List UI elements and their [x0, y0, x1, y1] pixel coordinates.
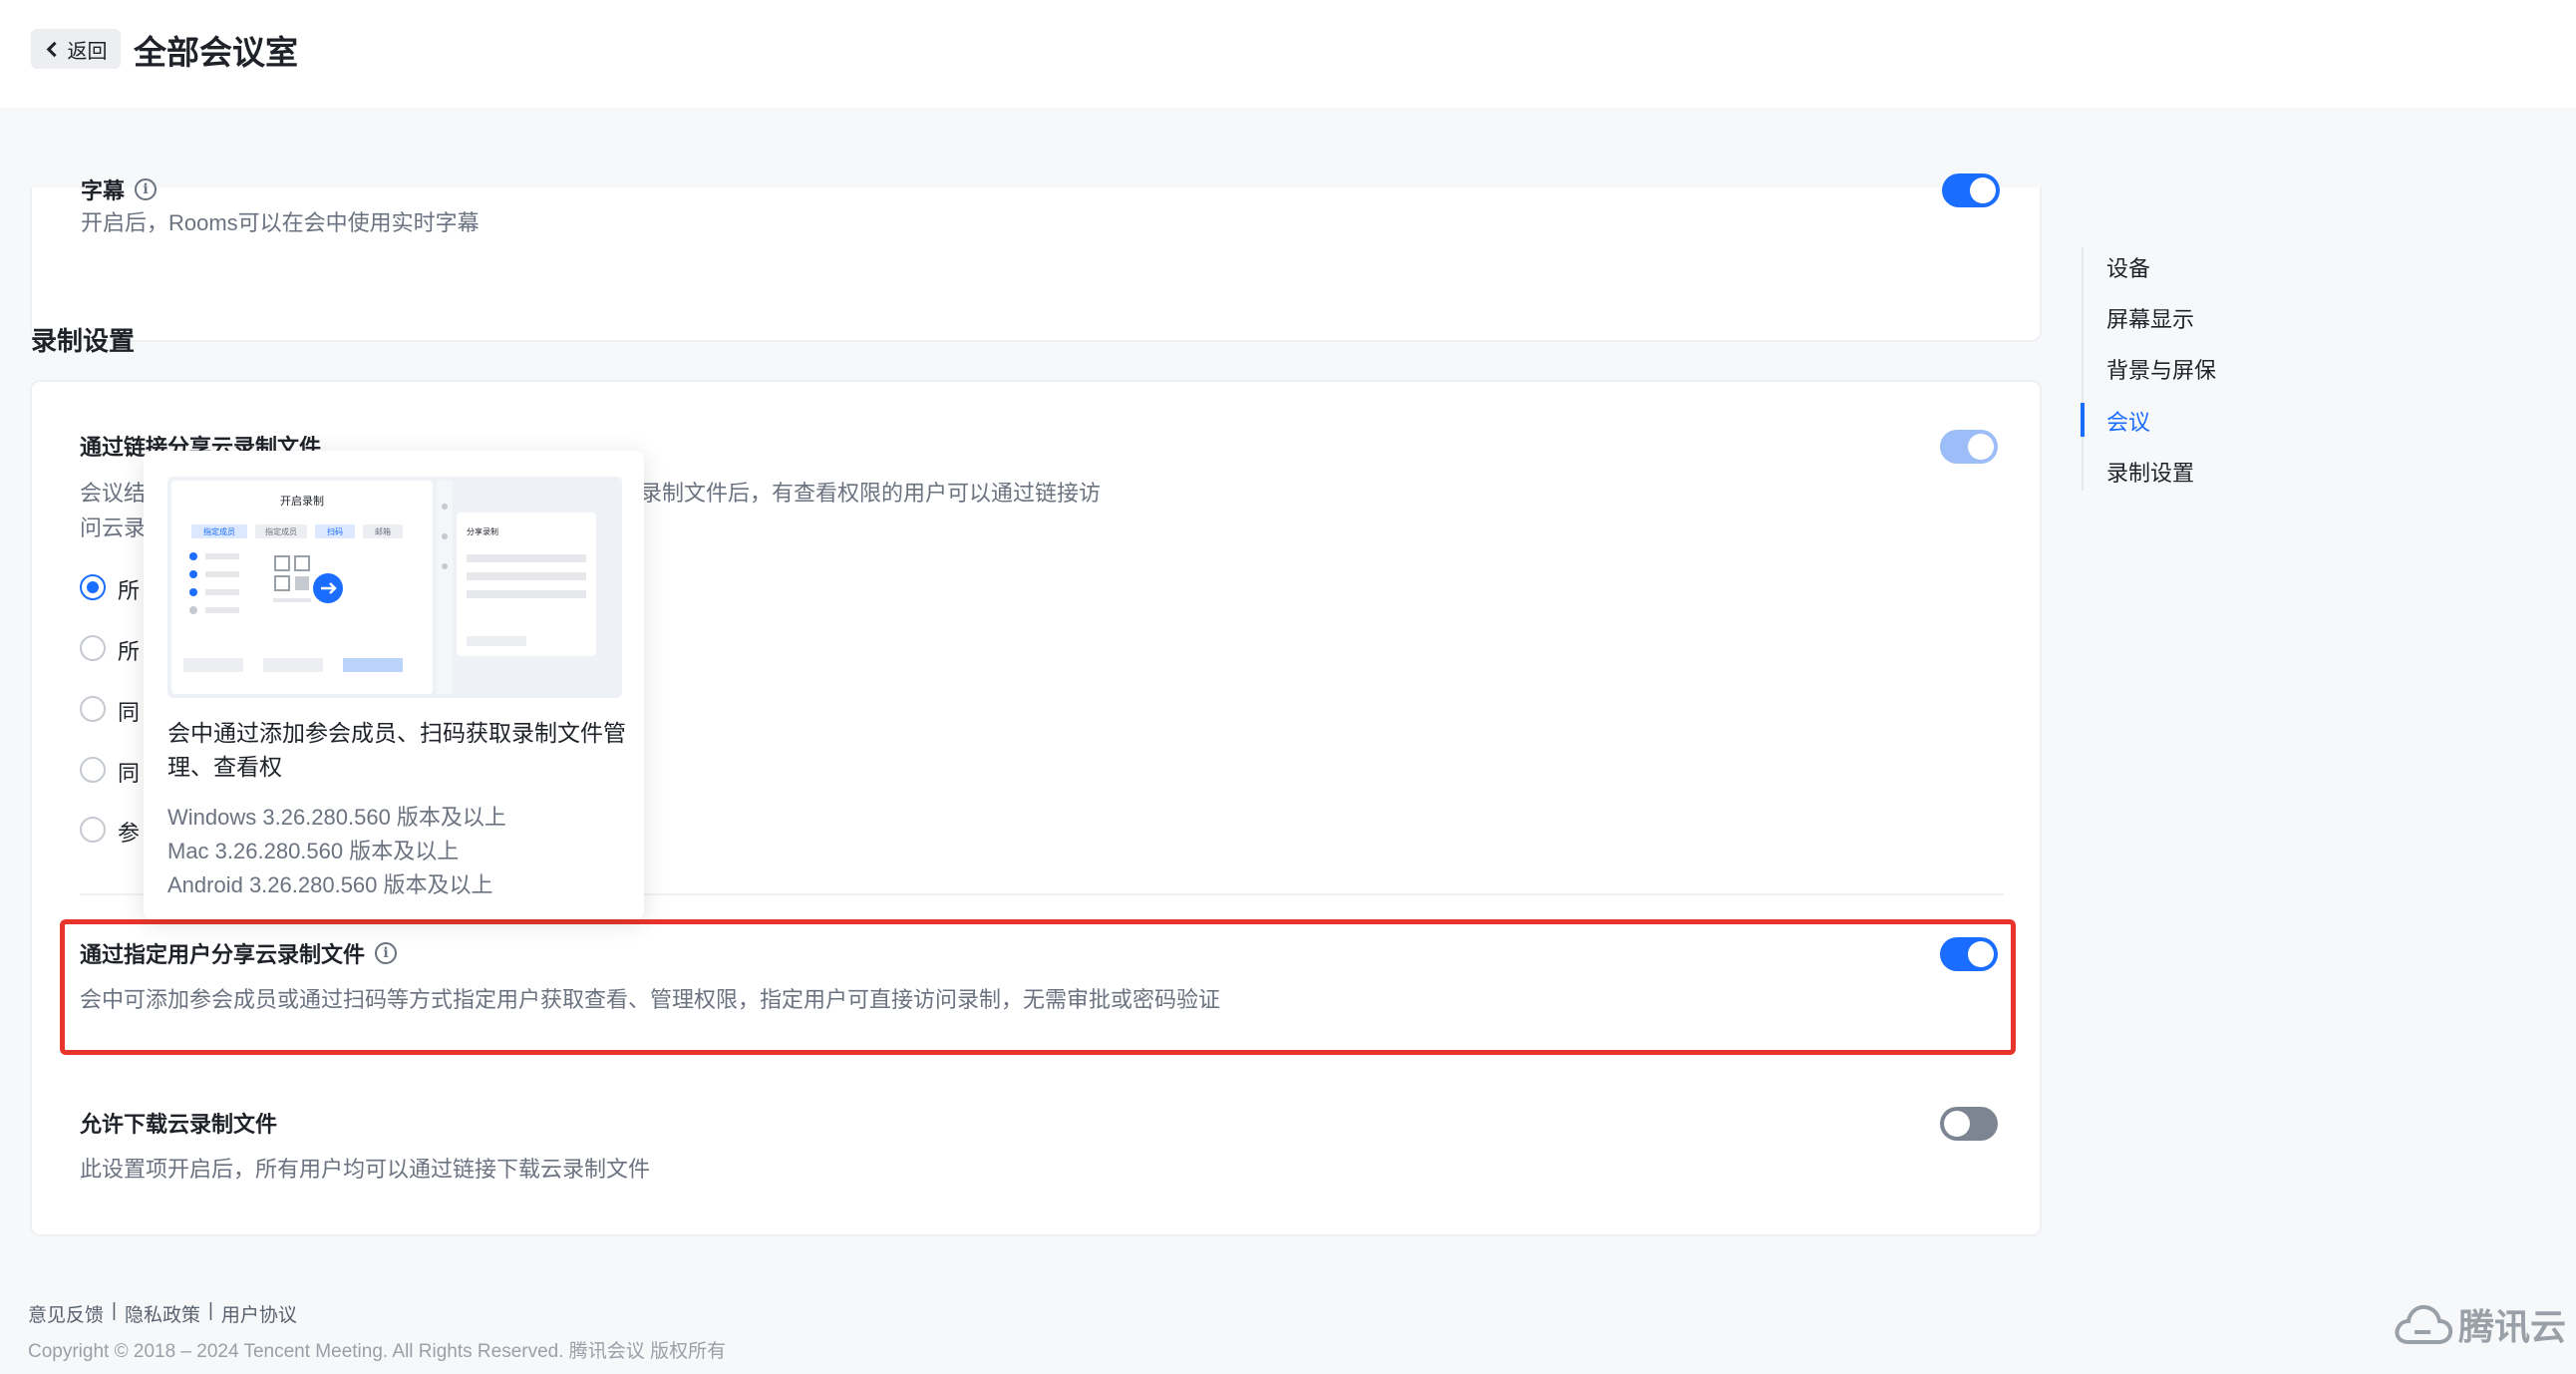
anchor-nav-device[interactable]: 设备 [2106, 251, 2150, 283]
anchor-nav-recording[interactable]: 录制设置 [2106, 456, 2194, 488]
feedback-link[interactable]: 意见反馈 [28, 1300, 104, 1327]
radio-option-5-label: 参 [118, 821, 141, 846]
share-link-desc-3: 问云录 [80, 515, 147, 540]
cloud-icon [2395, 1304, 2453, 1344]
share-link-toggle[interactable] [1940, 430, 1998, 464]
share-link-desc-1: 会议结 [80, 481, 147, 506]
illustration-tab-3: 扫码 [327, 526, 343, 536]
version-windows: Windows 3.26.280.560 版本及以上 [167, 805, 506, 830]
specified-user-setting-label: 通过指定用户分享云录制文件 [80, 942, 366, 967]
subtitle-setting-title: 字幕 i [81, 173, 158, 205]
illustration-tab-4: 邮箱 [375, 526, 391, 536]
privacy-link[interactable]: 隐私政策 [125, 1300, 200, 1327]
anchor-nav-meeting[interactable]: 会议 [2106, 405, 2150, 437]
footer-links: 意见反馈 | 隐私政策 | 用户协议 [28, 1300, 297, 1327]
subtitle-toggle[interactable] [1942, 173, 2000, 207]
illustration-tab-2: 指定成员 [265, 526, 297, 536]
radio-option-2-label: 所 [118, 639, 141, 664]
recording-section-heading: 录制设置 [31, 326, 136, 356]
anchor-nav-indicator [2081, 403, 2085, 437]
illustration-dialog-title: 开启录制 [280, 495, 324, 508]
footer-separator: | [112, 1300, 117, 1321]
version-mac: Mac 3.26.280.560 版本及以上 [167, 839, 460, 863]
copyright-text: Copyright © 2018 – 2024 Tencent Meeting.… [28, 1341, 727, 1362]
chevron-left-icon [46, 41, 62, 57]
allow-download-desc: 此设置项开启后，所有用户均可以通过链接下载云录制文件 [80, 1157, 651, 1182]
subtitle-setting-card: 字幕 i 开启后，Rooms可以在会中使用实时字幕 [30, 173, 2042, 342]
radio-option-3-label: 同 [118, 700, 141, 725]
subtitle-setting-label: 字幕 [81, 178, 126, 203]
page-header: 返回 全部会议室 [0, 0, 2576, 108]
back-label: 返回 [67, 40, 108, 63]
version-android: Android 3.26.280.560 版本及以上 [167, 872, 493, 897]
anchor-nav-track [2082, 247, 2084, 491]
radio-option-3[interactable] [80, 696, 106, 722]
radio-option-2[interactable] [80, 635, 106, 661]
info-icon[interactable]: i [135, 178, 158, 200]
radio-option-4-label: 同 [118, 761, 141, 786]
allow-download-setting-title: 允许下载云录制文件 [80, 1112, 278, 1137]
footer-separator: | [207, 1300, 213, 1321]
allow-download-toggle[interactable] [1940, 1107, 1998, 1141]
feature-tooltip-popover: 开启录制 指定成员 指定成员 扫码 邮箱 分享录制 会中通过添加参会成员、扫码获… [144, 451, 644, 919]
share-link-desc-2: 录制文件后，有查看权限的用户可以通过链接访 [640, 481, 1102, 506]
specified-user-desc: 会中可添加参会成员或通过扫码等方式指定用户获取查看、管理权限，指定用户可直接访问… [80, 987, 1221, 1012]
specified-user-toggle[interactable] [1940, 937, 1998, 971]
brand-logo: 腾讯云 [2393, 1298, 2566, 1350]
recording-share-illustration: 开启录制 指定成员 指定成员 扫码 邮箱 分享录制 [167, 477, 622, 698]
subtitle-setting-desc: 开启后，Rooms可以在会中使用实时字幕 [81, 210, 480, 235]
info-icon[interactable]: i [375, 942, 398, 964]
popover-title: 会中通过添加参会成员、扫码获取录制文件管理、查看权 [167, 720, 626, 780]
anchor-nav-background[interactable]: 背景与屏保 [2106, 353, 2216, 385]
anchor-nav-screen-display[interactable]: 屏幕显示 [2106, 302, 2194, 334]
radio-option-5[interactable] [80, 817, 106, 843]
back-button[interactable]: 返回 [31, 29, 121, 69]
illustration-tab-1: 指定成员 [203, 526, 235, 536]
radio-option-1[interactable] [80, 574, 106, 600]
radio-option-4[interactable] [80, 757, 106, 783]
terms-link[interactable]: 用户协议 [221, 1300, 297, 1327]
radio-option-1-label: 所 [118, 578, 141, 603]
page-title: 全部会议室 [134, 34, 298, 71]
specified-user-setting-title: 通过指定用户分享云录制文件 i [80, 937, 398, 969]
illustration-side-title: 分享录制 [467, 526, 498, 536]
brand-name: 腾讯云 [2458, 1306, 2567, 1347]
feature-preview-image: 开启录制 指定成员 指定成员 扫码 邮箱 分享录制 [167, 477, 622, 698]
